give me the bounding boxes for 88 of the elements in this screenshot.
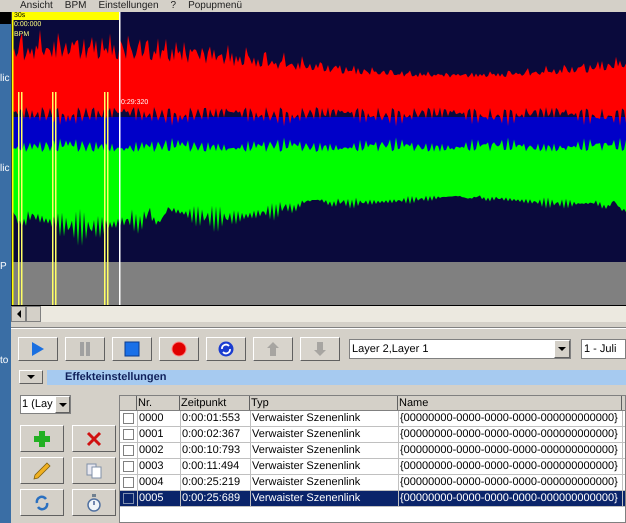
table-row[interactable]: 0003 0:00:11:494 Verwaister Szenenlink {00000000-0000-0000-0000-000000000000} <box>120 459 625 475</box>
play-icon <box>31 341 45 357</box>
table-cell: {00000000-0000-0000-0000-000000000000} <box>398 411 622 426</box>
table-cell: Verwaister Szenenlink <box>250 491 398 506</box>
corner-block <box>0 12 11 24</box>
down-arrow-icon <box>313 341 327 357</box>
table-cell: {00000000-0000-0000-0000-000000000000} <box>398 491 622 506</box>
table-cell: Verwaister Szenenlink <box>250 427 398 442</box>
table-cell: {00000000-0000-0000-0000-000000000000} <box>398 475 622 490</box>
copy-icon <box>86 462 102 478</box>
menu-item[interactable]: Popupmenü <box>188 1 242 11</box>
pencil-icon <box>33 462 51 480</box>
caret-icon <box>558 347 566 351</box>
table-row[interactable]: 0004 0:00:25:219 Verwaister Szenenlink {00000000-0000-0000-0000-000000000000} <box>120 475 625 491</box>
plus-icon <box>34 430 50 446</box>
side-label: P <box>0 262 8 272</box>
side-label: lic <box>0 74 10 84</box>
transport-button[interactable] <box>159 337 199 361</box>
table-cell: {00000000-0000-0000-0000-000000000000} <box>398 459 622 474</box>
table-cell: {00000000-0000-0000-0000-000000000000} <box>398 427 622 442</box>
collapse-button[interactable] <box>19 370 43 384</box>
action-button[interactable] <box>20 457 64 484</box>
panel-title: Effekteinstellungen <box>65 372 166 382</box>
action-button[interactable] <box>20 425 64 452</box>
scene-select[interactable]: 1 - Juli <box>581 339 626 359</box>
row-checkbox[interactable] <box>123 429 134 440</box>
menu-item[interactable]: ? <box>170 1 176 11</box>
menu-item[interactable]: Ansicht <box>20 1 53 11</box>
table-cell: Verwaister Szenenlink <box>250 459 398 474</box>
stopwatch-icon <box>87 494 101 512</box>
row-checkbox[interactable] <box>123 445 134 456</box>
table-cell: 0:00:25:219 <box>180 475 250 490</box>
side-label: to <box>0 356 10 366</box>
layer-dropdown[interactable]: 1 (Lay <box>20 395 71 414</box>
column-header[interactable]: Zeitpunkt <box>180 396 250 410</box>
table-cell: Verwaister Szenenlink <box>250 443 398 458</box>
row-checkbox[interactable] <box>123 461 134 472</box>
transport-button[interactable] <box>112 337 152 361</box>
table-cell: 0:00:01:553 <box>180 411 250 426</box>
row-checkbox[interactable] <box>123 493 134 504</box>
left-arrow-icon <box>16 310 20 318</box>
table-row[interactable]: 0002 0:00:10:793 Verwaister Szenenlink {00000000-0000-0000-0000-000000000000} <box>120 443 625 459</box>
horizontal-scrollbar[interactable] <box>11 305 626 322</box>
up-arrow-icon <box>266 341 280 357</box>
table-cell: Verwaister Szenenlink <box>250 411 398 426</box>
close-icon <box>86 430 102 446</box>
side-label: lic <box>0 164 10 174</box>
transport-button[interactable] <box>206 337 246 361</box>
pause-icon <box>79 341 91 357</box>
record-icon <box>171 341 187 357</box>
column-header[interactable]: Typ <box>250 396 398 410</box>
caret-icon <box>58 402 66 406</box>
table-cell: 0:00:11:494 <box>180 459 250 474</box>
scroll-left-button[interactable] <box>11 306 26 322</box>
column-header[interactable]: Nr. <box>137 396 180 410</box>
table-cell: 0000 <box>137 411 180 426</box>
table-cell: 0001 <box>137 427 180 442</box>
refresh-icon <box>218 341 234 357</box>
action-button[interactable] <box>72 489 116 516</box>
refresh-icon <box>34 494 50 510</box>
table-cell: 0003 <box>137 459 180 474</box>
table-cell: Verwaister Szenenlink <box>250 475 398 490</box>
transport-button[interactable] <box>65 337 105 361</box>
table-cell: 0:00:10:793 <box>180 443 250 458</box>
table-cell: 0004 <box>137 475 180 490</box>
row-checkbox[interactable] <box>123 413 134 424</box>
caret-icon <box>27 375 35 379</box>
stop-icon <box>124 341 140 357</box>
table-row[interactable]: 0001 0:00:02:367 Verwaister Szenenlink {00000000-0000-0000-0000-000000000000} <box>120 427 625 443</box>
table-cell: 0:00:25:689 <box>180 491 250 506</box>
table-row[interactable]: 0005 0:00:25:689 Verwaister Szenenlink {00000000-0000-0000-0000-000000000000} <box>120 491 625 507</box>
dropdown-button[interactable] <box>55 396 70 413</box>
action-button[interactable] <box>72 425 116 452</box>
action-button[interactable] <box>20 489 64 516</box>
scroll-thumb[interactable] <box>26 306 41 322</box>
table-cell: {00000000-0000-0000-0000-000000000000} <box>398 443 622 458</box>
table-cell: 0005 <box>137 491 180 506</box>
table-cell: 0:00:02:367 <box>180 427 250 442</box>
menu-item[interactable]: Einstellungen <box>98 1 159 11</box>
row-checkbox[interactable] <box>123 477 134 488</box>
table-cell: 0002 <box>137 443 180 458</box>
table-row[interactable]: 0000 0:00:01:553 Verwaister Szenenlink {00000000-0000-0000-0000-000000000000} <box>120 411 625 427</box>
dropdown-button[interactable] <box>554 340 570 358</box>
action-button[interactable] <box>72 457 116 484</box>
transport-button[interactable] <box>18 337 58 361</box>
menu-item[interactable]: BPM <box>64 1 86 11</box>
column-header[interactable]: Name <box>398 396 622 410</box>
layer-select[interactable]: Layer 2,Layer 1 <box>349 339 571 359</box>
